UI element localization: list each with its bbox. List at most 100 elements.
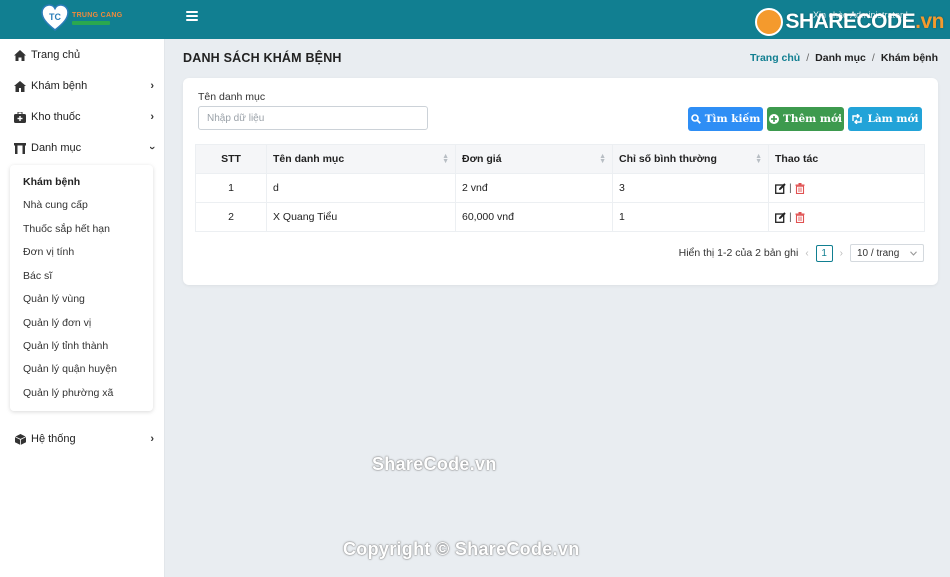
hamburger-menu-icon[interactable]	[186, 11, 198, 23]
home-icon	[14, 49, 26, 61]
column-header-actions: Thao tác	[768, 144, 925, 174]
cell-name: X Quang Tiểu	[266, 202, 456, 232]
copyright-watermark: Copyright © ShareCode.vn	[343, 539, 580, 559]
cell-actions: |	[768, 173, 925, 203]
top-bar: TC TRUNG CANG Xin chào Administrator ! S…	[0, 0, 950, 39]
sidebar-item-label: Trang chủ	[31, 49, 81, 61]
column-header-name[interactable]: Tên danh mục ▲ ▼	[266, 144, 456, 174]
chevron-right-icon: ›	[150, 111, 154, 123]
sort-icon[interactable]: ▲ ▼	[755, 153, 762, 165]
delete-icon[interactable]	[795, 182, 805, 194]
filter-label: Tên danh mục	[198, 91, 266, 103]
submenu-item-quan-ly-tinh-thanh[interactable]: Quản lý tỉnh thành	[23, 340, 108, 352]
add-new-button[interactable]: Thêm mới	[767, 107, 844, 131]
data-table: STT Tên danh mục ▲ ▼ Đơn giá ▲ ▼ Chỉ số bình…	[195, 144, 925, 232]
edit-icon[interactable]	[775, 211, 786, 223]
page-title: DANH SÁCH KHÁM BỆNH	[183, 51, 342, 65]
page-size-value: 10 / trang	[857, 247, 900, 259]
columns-icon	[14, 142, 26, 154]
reset-button[interactable]: Làm mới	[848, 107, 922, 131]
column-header-normal-index[interactable]: Chỉ số bình thường ▲ ▼	[612, 144, 769, 174]
watermark-text: ShareCode.vn	[372, 454, 497, 474]
category-name-input[interactable]	[198, 106, 428, 130]
submenu-item-quan-ly-don-vi[interactable]: Quản lý đơn vị	[23, 317, 91, 329]
watermark-logo-text: SHARECODE	[785, 10, 916, 33]
submenu-item-bac-si[interactable]: Bác sĩ	[23, 270, 52, 282]
add-new-button-label: Thêm mới	[783, 113, 842, 125]
plus-circle-icon	[769, 114, 779, 124]
medkit-icon	[14, 111, 26, 123]
search-button[interactable]: Tìm kiếm	[688, 107, 763, 131]
submenu-item-don-vi-tinh[interactable]: Đơn vị tính	[23, 246, 74, 258]
submenu-item-quan-ly-vung[interactable]: Quản lý vùng	[23, 293, 85, 305]
cell-price: 2 vnđ	[455, 173, 613, 203]
cell-stt: 1	[195, 173, 267, 203]
chevron-down-icon	[910, 250, 917, 256]
watermark-logo-suffix: .vn	[915, 10, 944, 33]
breadcrumb-item: Danh mục	[815, 52, 866, 64]
sidebar-item-danh-muc[interactable]: Danh mục ›	[0, 133, 165, 163]
heart-logo-icon: TC	[40, 3, 70, 33]
cell-price: 60,000 vnđ	[455, 202, 613, 232]
column-header-label: Tên danh mục	[273, 153, 345, 165]
submenu-item-kham-benh[interactable]: Khám bệnh	[23, 176, 80, 188]
chevron-right-icon: ›	[150, 80, 154, 92]
sort-icon[interactable]: ▲ ▼	[442, 153, 449, 165]
search-button-label: Tìm kiếm	[704, 113, 761, 125]
sidebar: Trang chủ Khám bệnh › Kho thuốc › Danh m…	[0, 39, 165, 577]
page-number-button[interactable]: 1	[815, 244, 833, 262]
cell-normal-index: 1	[612, 202, 769, 232]
sidebar-item-label: Hệ thống	[31, 433, 76, 445]
svg-text:TC: TC	[49, 12, 61, 22]
next-page-icon[interactable]: ›	[840, 248, 843, 259]
house-icon	[14, 80, 26, 92]
submenu-item-quan-ly-phuong-xa[interactable]: Quản lý phường xã	[23, 387, 113, 399]
app-logo[interactable]: TC TRUNG CANG	[40, 3, 122, 33]
sidebar-item-home[interactable]: Trang chủ	[0, 40, 165, 70]
breadcrumb: Trang chủ / Danh mục / Khám bệnh	[750, 52, 938, 64]
logo-name: TRUNG CANG	[72, 11, 123, 19]
sort-icon[interactable]: ▲ ▼	[599, 153, 606, 165]
search-icon	[690, 114, 701, 124]
cell-name: d	[266, 173, 456, 203]
sidebar-item-kham-benh[interactable]: Khám bệnh ›	[0, 71, 165, 101]
page-size-select[interactable]: 10 / trang	[850, 244, 924, 262]
sidebar-item-label: Khám bệnh	[31, 80, 88, 92]
table-row: 1 d 2 vnđ 3 |	[195, 173, 925, 203]
table-header-row: STT Tên danh mục ▲ ▼ Đơn giá ▲ ▼ Chỉ số bình…	[195, 144, 925, 174]
breadcrumb-home-link[interactable]: Trang chủ	[750, 52, 800, 64]
column-header-price[interactable]: Đơn giá ▲ ▼	[455, 144, 613, 174]
column-header-stt: STT	[195, 144, 267, 174]
sidebar-item-label: Danh mục	[31, 142, 82, 154]
sidebar-submenu-danh-muc: Khám bệnh Nhà cung cấp Thuốc sắp hết hạn…	[10, 165, 153, 411]
sharecode-logo-icon	[755, 8, 784, 36]
logo-tagline-bar	[72, 20, 110, 25]
delete-icon[interactable]	[795, 211, 805, 223]
pagination: Hiển thị 1-2 của 2 bản ghi ‹ 1 › 10 / tr…	[679, 244, 924, 262]
breadcrumb-separator: /	[871, 52, 875, 64]
table-row: 2 X Quang Tiểu 60,000 vnđ 1 |	[195, 202, 925, 232]
sidebar-item-he-thong[interactable]: Hệ thống ›	[0, 424, 165, 454]
column-header-label: Chỉ số bình thường	[619, 153, 717, 165]
breadcrumb-separator: /	[806, 52, 810, 64]
sidebar-item-label: Kho thuốc	[31, 111, 81, 123]
sharecode-watermark-logo: SHARECODE.vn	[755, 8, 944, 36]
edit-icon[interactable]	[775, 182, 786, 194]
breadcrumb-current: Khám bệnh	[880, 52, 938, 64]
sidebar-item-kho-thuoc[interactable]: Kho thuốc ›	[0, 102, 165, 132]
submenu-item-thuoc-sap-het-han[interactable]: Thuốc sắp hết hạn	[23, 223, 110, 235]
retweet-icon	[852, 114, 863, 124]
submenu-item-nha-cung-cap[interactable]: Nhà cung cấp	[23, 199, 88, 211]
chevron-right-icon: ›	[150, 433, 154, 445]
column-header-label: Đơn giá	[462, 153, 502, 165]
cell-actions: |	[768, 202, 925, 232]
cube-icon	[14, 433, 26, 445]
chevron-down-icon: ›	[146, 146, 159, 150]
pagination-summary: Hiển thị 1-2 của 2 bản ghi	[678, 247, 799, 259]
submenu-item-quan-ly-quan-huyen[interactable]: Quản lý quận huyện	[23, 363, 117, 375]
content-card: Tên danh mục Tìm kiếm Thêm mới Làm mới S…	[183, 78, 938, 285]
cell-stt: 2	[195, 202, 267, 232]
prev-page-icon[interactable]: ‹	[805, 248, 808, 259]
cell-normal-index: 3	[612, 173, 769, 203]
reset-button-label: Làm mới	[867, 113, 919, 125]
